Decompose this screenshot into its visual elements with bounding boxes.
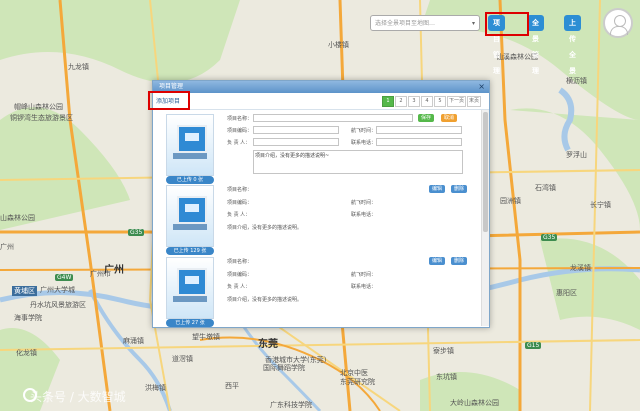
dialog-scrollbar[interactable]	[481, 110, 489, 326]
page-button[interactable]: 4	[420, 96, 433, 107]
map-place-label: 长宁镇	[590, 201, 611, 209]
map-place-label: 黄埔区	[12, 286, 37, 296]
field-label-owner: 负 责 人：	[227, 212, 251, 218]
map-place-label: 园洲镇	[500, 197, 521, 205]
map-place-label: 洪梅镇	[145, 384, 166, 392]
field-label-owner: 负 责 人：	[227, 284, 251, 290]
highlight-box	[485, 12, 529, 36]
edit-button[interactable]: 编辑	[429, 257, 446, 265]
map-place-label: G35	[128, 229, 145, 236]
map-place-label: 化龙镇	[16, 349, 37, 357]
map-place-label: 麻涌镇	[123, 337, 144, 345]
upload-count-badge[interactable]: 已上传 129 张	[166, 247, 214, 255]
map-place-label: 广州大学城	[40, 286, 75, 294]
delete-button[interactable]: 删除	[451, 257, 468, 265]
map-place-label: 广东科技学院	[270, 401, 312, 409]
cancel-button[interactable]: 取消	[441, 114, 458, 122]
project-name-input[interactable]	[253, 114, 413, 122]
map-place-label: 东莞研究院	[340, 378, 375, 386]
project-thumbnail[interactable]	[166, 114, 214, 176]
field-label-code: 项目编码：	[227, 200, 253, 206]
map-place-label: 西平	[225, 382, 239, 390]
field-label-phone: 联系电话：	[351, 140, 377, 146]
map-place-label: 望牛墩镇	[192, 333, 220, 341]
flight-time-input[interactable]	[376, 126, 462, 134]
field-label-phone: 联系电话：	[351, 284, 377, 290]
highlight-box	[148, 91, 190, 110]
map-place-label: 山森林公园	[0, 214, 35, 222]
map-place-label: 石湾镇	[535, 184, 556, 192]
field-label-time: 航飞时间：	[351, 272, 377, 278]
watermark: 头条号 / 大数智城	[30, 390, 126, 404]
pagination: 1 2 3 4 5 下一页 末页	[381, 96, 481, 107]
upload-pano-button[interactable]: 上传全景	[564, 15, 581, 75]
map-place-label: 国际舞蹈学院	[263, 364, 305, 372]
page-button[interactable]: 1	[381, 96, 394, 107]
field-label-name: 项目名称：	[227, 187, 253, 193]
field-label-code: 项目编码：	[227, 128, 253, 134]
description-textarea[interactable]: 项目介绍，没有更多的描述说明~	[253, 150, 463, 174]
field-label-name: 项目名称：	[227, 116, 253, 122]
map-place-label: 九龙镇	[68, 63, 89, 71]
select-placeholder: 选择全景项目至地图…	[375, 20, 436, 27]
pano-manage-button[interactable]: 全景管理	[527, 15, 544, 75]
map-place-label: 龙溪镇	[570, 264, 591, 272]
map-place-label: G4W	[55, 274, 74, 281]
dialog-titlebar[interactable]: 项目管理 ×	[153, 81, 489, 93]
map-place-label: 惠阳区	[556, 289, 577, 297]
page-button[interactable]: 5	[433, 96, 446, 107]
field-label-name: 项目名称：	[227, 259, 253, 265]
field-label-time: 航飞时间：	[351, 200, 377, 206]
upload-count-badge[interactable]: 已上传 0 张	[166, 176, 214, 184]
map-place-label: 小楼镇	[328, 41, 349, 49]
project-description: 项目介绍，没有更多的描述说明。	[227, 225, 303, 231]
map-place-label: 铜锣湾生态旅游景区	[10, 114, 73, 122]
edit-button[interactable]: 编辑	[429, 185, 446, 193]
map-place-label: 海事学院	[14, 314, 42, 322]
map-place-label: 东莞	[258, 339, 278, 350]
map-place-label: 东坑镇	[436, 373, 457, 381]
project-thumbnail[interactable]	[166, 185, 214, 247]
map-place-label: 寮步镇	[433, 347, 454, 355]
field-label-time: 航飞时间：	[351, 128, 377, 134]
map-place-label: 广州	[104, 265, 124, 276]
page-button[interactable]: 2	[394, 96, 407, 107]
pano-project-select[interactable]: 选择全景项目至地图… ▾	[370, 15, 480, 31]
map-place-label: 广州	[0, 243, 14, 251]
map-place-label: 道滘镇	[172, 355, 193, 363]
map-place-label: 丹水坑风景旅游区	[30, 301, 86, 309]
phone-input[interactable]	[376, 138, 462, 146]
dialog-toolbar: 添加项目 1 2 3 4 5 下一页 末页	[153, 93, 489, 110]
page-button[interactable]: 末页	[466, 96, 481, 107]
project-description: 项目介绍，没有更多的描述说明。	[227, 297, 303, 303]
map-place-label: 大岭山森林公园	[450, 399, 499, 407]
field-label-owner: 负 责 人：	[227, 140, 251, 146]
avatar[interactable]	[603, 8, 633, 38]
dialog-title: 项目管理	[159, 83, 184, 90]
project-code-input[interactable]	[253, 126, 339, 134]
upload-count-badge[interactable]: 已上传 27 张	[166, 319, 214, 327]
map-place-label: 帽峰山森林公园	[14, 103, 63, 111]
field-label-code: 项目编码：	[227, 272, 253, 278]
map-place-label: G15	[525, 342, 542, 349]
save-button[interactable]: 保存	[418, 114, 435, 122]
project-thumbnail[interactable]	[166, 257, 214, 319]
map-place-label: G35	[541, 234, 558, 241]
map-place-label: 罗浮山	[566, 151, 587, 159]
close-icon[interactable]: ×	[478, 81, 485, 93]
chevron-down-icon: ▾	[471, 20, 475, 27]
owner-input[interactable]	[253, 138, 339, 146]
page-button[interactable]: 下一页	[446, 96, 466, 107]
scrollbar-thumb[interactable]	[483, 112, 488, 232]
project-manage-dialog: 项目管理 × 添加项目 1 2 3 4 5 下一页 末页 已上传 0 张 项目名称： 保存 …	[152, 80, 490, 328]
delete-button[interactable]: 删除	[451, 185, 468, 193]
page-button[interactable]: 3	[407, 96, 420, 107]
field-label-phone: 联系电话：	[351, 212, 377, 218]
